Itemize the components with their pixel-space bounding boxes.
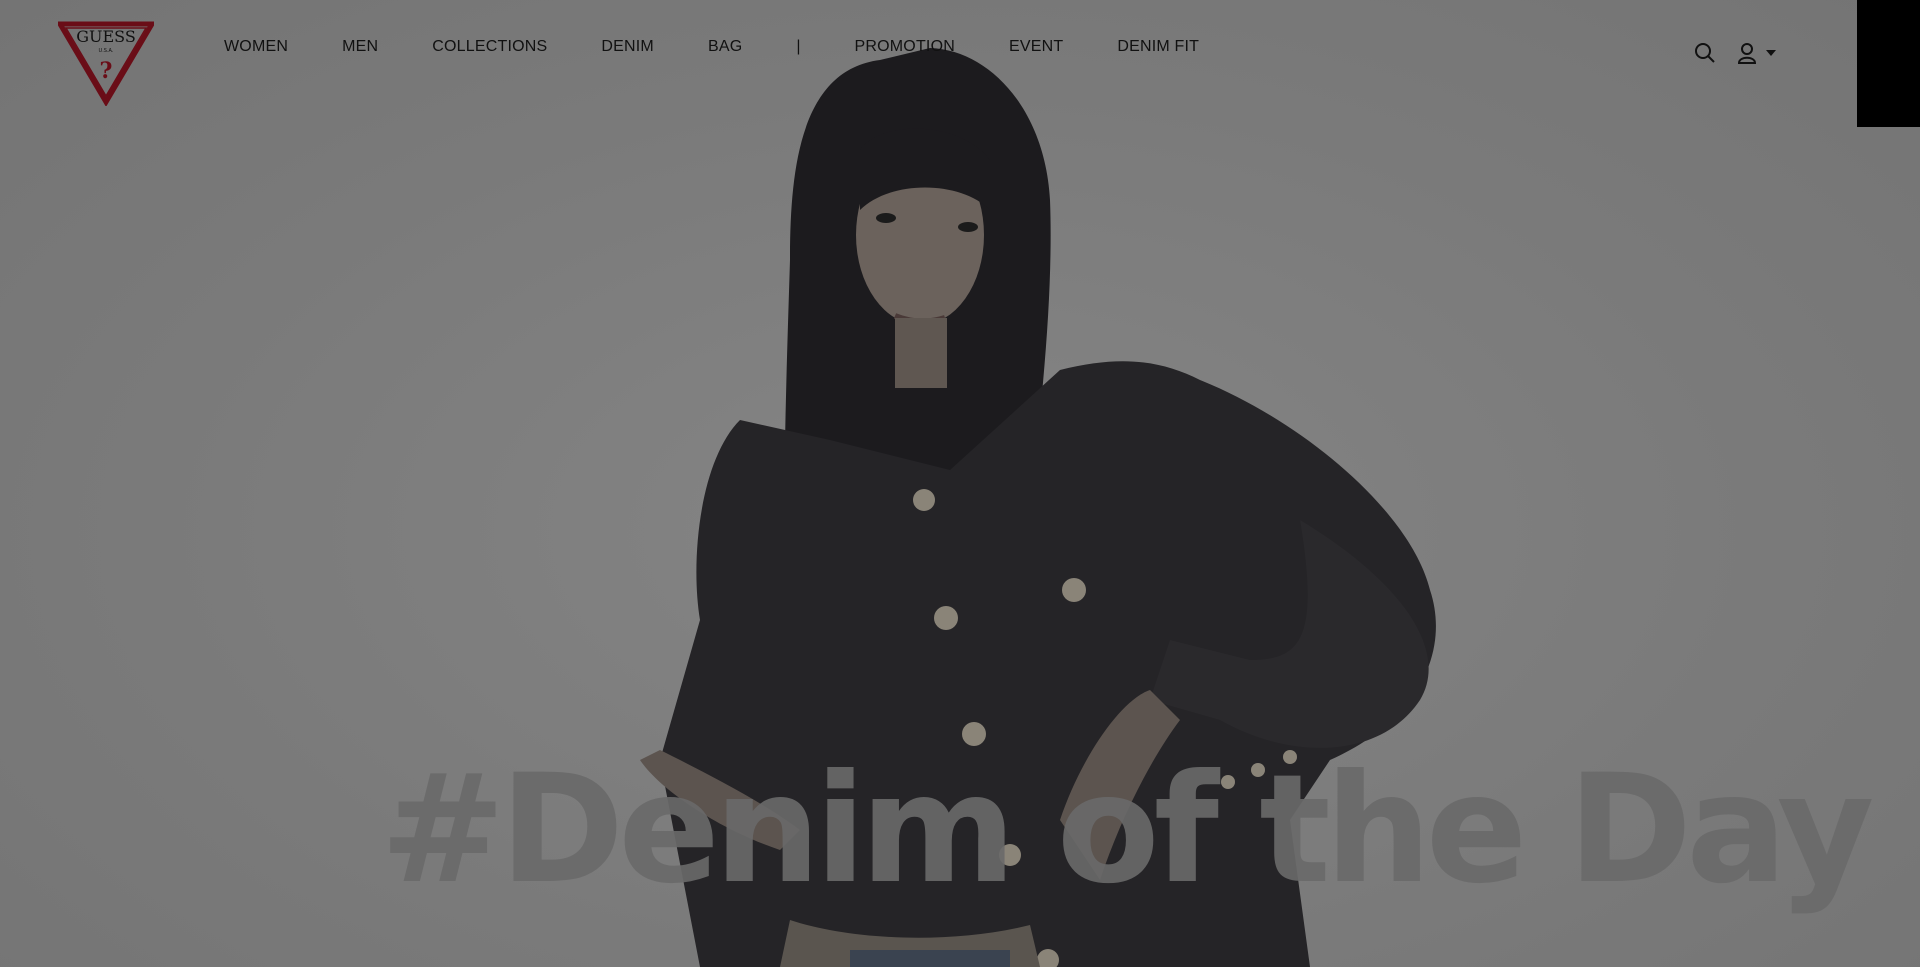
nav-collections[interactable]: COLLECTIONS [432,38,547,56]
caret-down-icon[interactable] [1764,40,1778,66]
guess-logo[interactable]: GUESS U.S.A. ? [58,20,154,106]
nav-separator: | [796,38,801,55]
logo-question-mark: ? [100,58,113,84]
top-navigation: GUESS U.S.A. ? WOMEN MEN COLLECTIONS DEN… [0,0,1920,110]
nav-bag[interactable]: BAG [708,38,742,56]
header-utilities [1692,40,1794,66]
search-icon[interactable] [1692,40,1718,66]
nav-denim[interactable]: DENIM [601,38,654,56]
side-panel-block [1857,0,1920,127]
logo-wordmark: GUESS [76,27,136,46]
nav-denim-fit[interactable]: DENIM FIT [1117,38,1199,56]
user-icon[interactable] [1734,40,1760,66]
nav-women[interactable]: WOMEN [224,38,288,56]
nav-men[interactable]: MEN [342,38,378,56]
hero-headline: #Denim of the Day [380,743,1875,917]
logo-subtext: U.S.A. [99,48,114,54]
nav-promotion[interactable]: PROMOTION [855,38,955,56]
nav-event[interactable]: EVENT [1009,38,1063,56]
main-menu: WOMEN MEN COLLECTIONS DENIM BAG | PROMOT… [224,38,1253,56]
